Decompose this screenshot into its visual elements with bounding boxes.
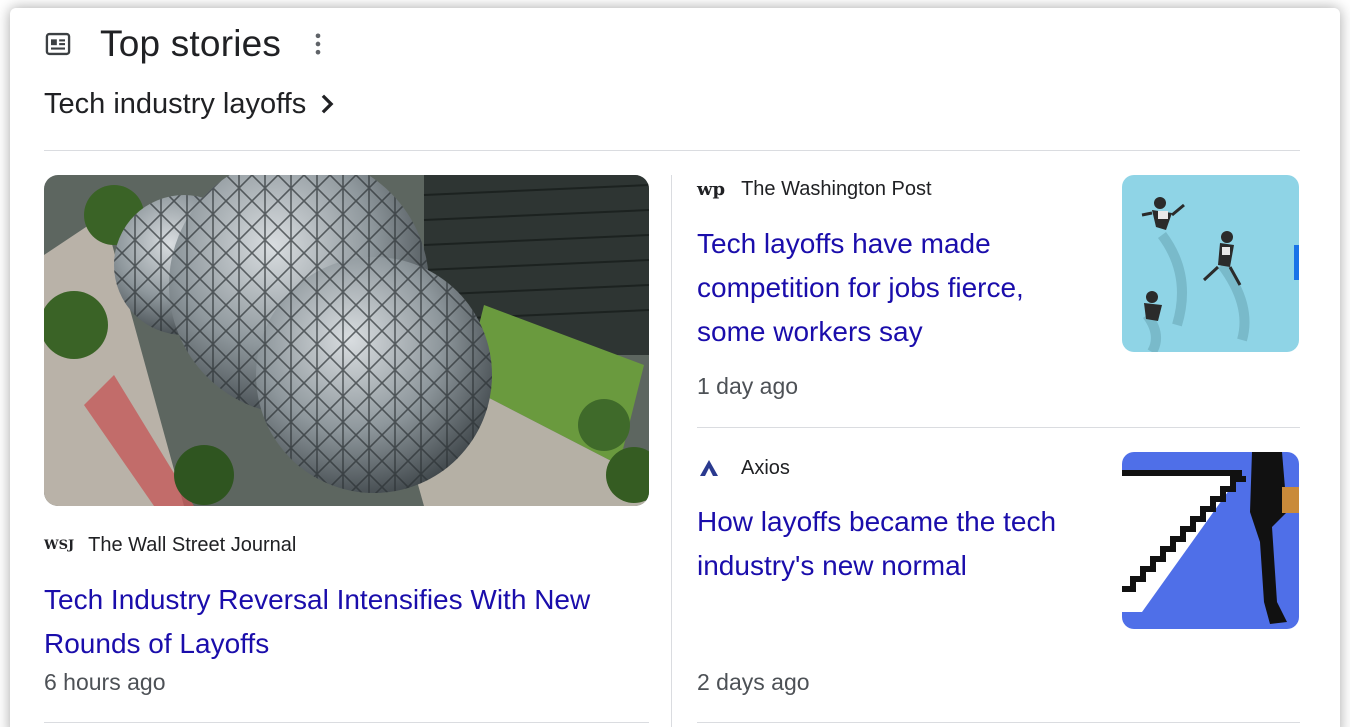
- side-story-1-headline[interactable]: Tech layoffs have made competition for j…: [697, 222, 1097, 354]
- jumping-people-illustration: [1122, 175, 1299, 352]
- more-vert-icon[interactable]: [313, 30, 323, 58]
- washington-post-logo-icon: wp: [697, 178, 726, 200]
- side-story-1-time: 1 day ago: [697, 373, 799, 399]
- source-name: The Wall Street Journal: [88, 533, 297, 556]
- side-story-1-source: wp The Washington Post: [697, 174, 932, 204]
- top-stories-card: Top stories Tech industry layoffs WSJ Th…: [0, 0, 1350, 727]
- chevron-right-icon: [321, 94, 334, 114]
- side-story-2-source: Axios: [697, 453, 790, 483]
- wsj-logo-icon: WSJ: [44, 537, 75, 553]
- axios-logo-icon: [700, 460, 718, 476]
- main-story-time: 6 hours ago: [44, 669, 166, 695]
- main-story-divider: [44, 722, 649, 723]
- newspaper-icon: [45, 32, 71, 56]
- side-story-2-time: 2 days ago: [697, 669, 810, 695]
- main-story-headline[interactable]: Tech Industry Reversal Intensifies With …: [44, 578, 654, 666]
- side-story-1-divider: [697, 427, 1300, 428]
- column-divider: [671, 175, 672, 727]
- side-story-2-divider: [697, 722, 1300, 723]
- topic-title: Tech industry layoffs: [44, 87, 307, 120]
- stairs-man-illustration: [1122, 452, 1299, 629]
- section-title: Top stories: [100, 23, 282, 64]
- side-story-2-image[interactable]: [1122, 452, 1299, 629]
- main-story-image[interactable]: [44, 175, 649, 506]
- glass-spheres-photo: [44, 175, 649, 506]
- source-name: The Washington Post: [741, 177, 932, 200]
- main-story-source: WSJ The Wall Street Journal: [44, 530, 296, 560]
- section-header: Top stories: [44, 22, 323, 66]
- side-story-2-headline[interactable]: How layoffs became the tech industry's n…: [697, 500, 1097, 588]
- header-divider: [44, 150, 1300, 151]
- source-name: Axios: [741, 456, 790, 479]
- topic-link[interactable]: Tech industry layoffs: [44, 82, 336, 126]
- side-story-1-image[interactable]: [1122, 175, 1299, 352]
